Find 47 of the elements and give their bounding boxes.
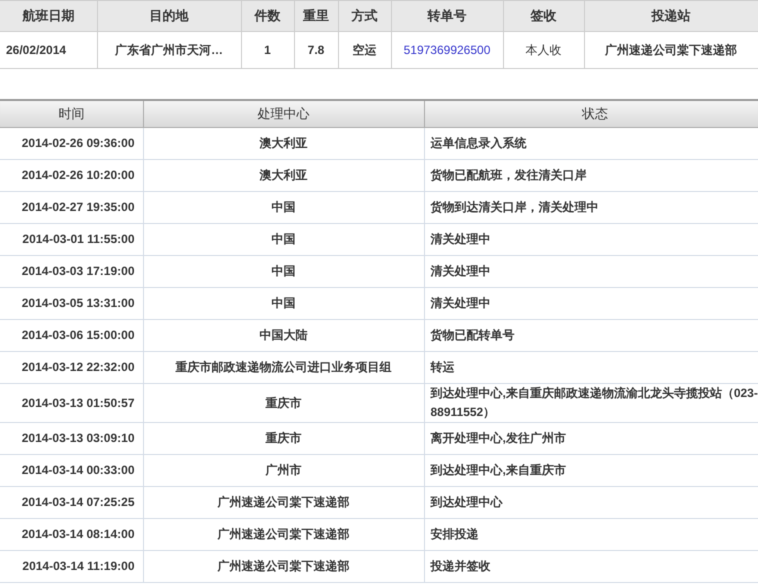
time-cell: 2014-03-05 13:31:00 xyxy=(0,288,143,320)
column-header: 投递站 xyxy=(584,0,758,32)
time-cell: 2014-03-13 03:09:10 xyxy=(0,422,143,454)
time-cell: 2014-03-03 17:19:00 xyxy=(0,256,143,288)
table-cell: 7.8 xyxy=(294,32,338,68)
table-cell: 空运 xyxy=(338,32,391,68)
column-header: 件数 xyxy=(241,0,294,32)
center-cell: 澳大利亚 xyxy=(143,160,424,192)
center-cell: 广州速递公司棠下速递部 xyxy=(143,518,424,550)
time-cell: 2014-02-26 10:20:00 xyxy=(0,160,143,192)
tracking-number-link[interactable]: 5197369926500 xyxy=(391,32,503,68)
time-cell: 2014-02-26 09:36:00 xyxy=(0,128,143,160)
column-header: 时间 xyxy=(0,100,143,128)
center-cell: 广州速递公司棠下速递部 xyxy=(143,550,424,582)
table-cell: 26/02/2014 xyxy=(0,32,97,68)
table-cell: 广东省广州市天河… xyxy=(97,32,241,68)
column-header: 状态 xyxy=(424,100,758,128)
center-cell: 澳大利亚 xyxy=(143,128,424,160)
center-cell: 中国 xyxy=(143,224,424,256)
center-cell: 重庆市 xyxy=(143,422,424,454)
center-cell: 重庆市 xyxy=(143,384,424,422)
center-cell: 中国大陆 xyxy=(143,320,424,352)
time-cell: 2014-03-06 15:00:00 xyxy=(0,320,143,352)
time-cell: 2014-03-14 07:25:25 xyxy=(0,486,143,518)
center-cell: 中国 xyxy=(143,256,424,288)
column-header: 方式 xyxy=(338,0,391,32)
table-cell: 本人收 xyxy=(503,32,584,68)
center-cell: 中国 xyxy=(143,288,424,320)
status-cell: 到达处理中心,来自重庆邮政速递物流渝北龙头寺揽投站（023-88911552） xyxy=(424,384,758,422)
column-header: 签收 xyxy=(503,0,584,32)
time-cell: 2014-03-13 01:50:57 xyxy=(0,384,143,422)
column-header: 转单号 xyxy=(391,0,503,32)
center-cell: 中国 xyxy=(143,192,424,224)
column-header: 处理中心 xyxy=(143,100,424,128)
time-cell: 2014-03-14 11:19:00 xyxy=(0,550,143,582)
time-cell: 2014-03-14 08:14:00 xyxy=(0,518,143,550)
column-header: 目的地 xyxy=(97,0,241,32)
time-cell: 2014-03-14 00:33:00 xyxy=(0,454,143,486)
column-header: 重里 xyxy=(294,0,338,32)
center-cell: 重庆市邮政速递物流公司进口业务项目组 xyxy=(143,352,424,384)
center-cell: 广州市 xyxy=(143,454,424,486)
time-cell: 2014-03-12 22:32:00 xyxy=(0,352,143,384)
table-cell: 1 xyxy=(241,32,294,68)
column-header: 航班日期 xyxy=(0,0,97,32)
time-cell: 2014-02-27 19:35:00 xyxy=(0,192,143,224)
time-cell: 2014-03-01 11:55:00 xyxy=(0,224,143,256)
center-cell: 广州速递公司棠下速递部 xyxy=(143,486,424,518)
